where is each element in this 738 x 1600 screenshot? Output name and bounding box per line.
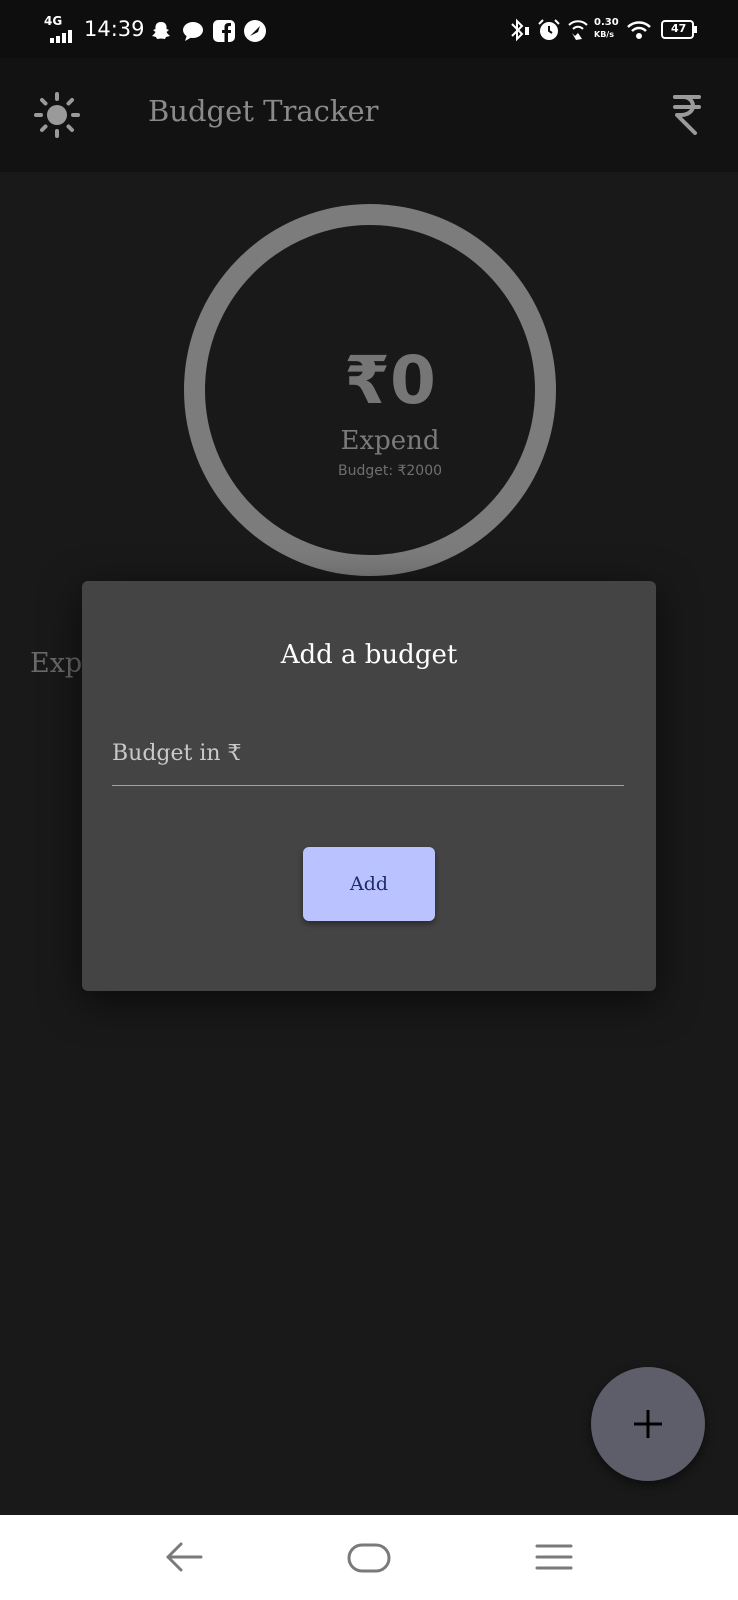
network-speed-unit: KB/s	[594, 30, 614, 39]
sun-icon[interactable]	[34, 92, 80, 142]
budget-input[interactable]	[112, 721, 624, 786]
status-bar: 4G 14:39 0.30 KB/s 47	[0, 0, 738, 58]
battery-level: 47	[671, 22, 687, 35]
add-budget-dialog: Add a budget Add	[82, 581, 656, 991]
wifi-calling-icon	[566, 19, 590, 45]
add-button[interactable]: Add	[303, 847, 435, 921]
dialog-title: Add a budget	[280, 640, 458, 670]
rupee-icon[interactable]	[671, 93, 703, 141]
system-nav-bar	[0, 1515, 738, 1600]
signal-icon	[50, 28, 76, 43]
snapchat-icon	[150, 20, 172, 46]
network-speed-value: 0.30	[594, 17, 619, 28]
menu-icon[interactable]	[535, 1542, 573, 1576]
app-title: Budget Tracker	[148, 94, 379, 128]
clock: 14:39	[84, 17, 145, 41]
expense-progress-ring: ₹0 Expend Budget: ₹2000	[184, 204, 556, 576]
bluetooth-icon	[508, 17, 530, 47]
wifi-icon	[626, 19, 652, 45]
plus-icon	[632, 1408, 664, 1444]
facebook-icon	[212, 19, 236, 47]
home-icon[interactable]	[347, 1543, 391, 1577]
network-type: 4G	[44, 14, 63, 28]
add-fab[interactable]	[591, 1367, 705, 1481]
alarm-icon	[537, 18, 561, 46]
budget-summary: Budget: ₹2000	[337, 463, 443, 479]
app-notification-icon	[243, 19, 267, 47]
app-bar: Budget Tracker	[0, 58, 738, 172]
battery-icon: 47	[661, 20, 697, 39]
expend-amount: ₹0	[344, 342, 436, 419]
back-arrow-icon[interactable]	[165, 1541, 203, 1577]
message-icon	[181, 19, 205, 47]
expend-label: Expend	[340, 426, 440, 456]
